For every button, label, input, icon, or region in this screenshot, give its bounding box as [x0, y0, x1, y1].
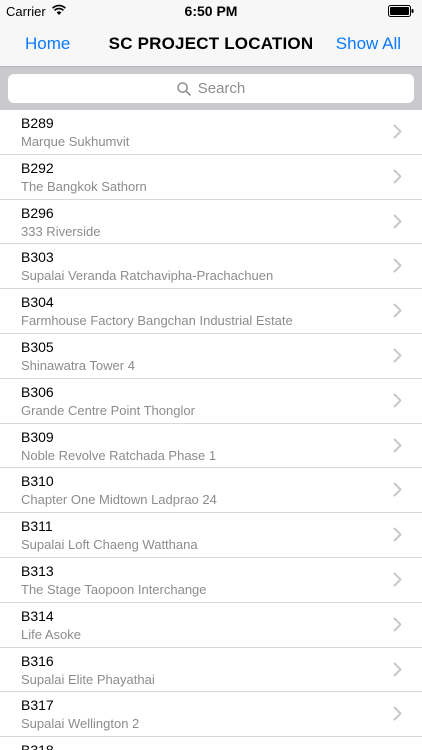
chevron-right-icon — [393, 572, 402, 587]
clock: 6:50 PM — [184, 3, 238, 19]
chevron-right-icon — [393, 169, 402, 184]
chevron-right-icon — [393, 706, 402, 721]
list-item[interactable]: B313 The Stage Taopoon Interchange — [0, 558, 422, 603]
navigation-bar: Home SC PROJECT LOCATION Show All — [0, 22, 422, 66]
project-name: 333 Riverside — [21, 223, 101, 239]
project-name: Grande Centre Point Thonglor — [21, 402, 195, 418]
project-name: Supalai Veranda Ratchavipha-Prachachuen — [21, 268, 274, 284]
project-name: Shinawatra Tower 4 — [21, 357, 135, 373]
list-item[interactable]: B296 333 Riverside — [0, 200, 422, 245]
project-name: Marque Sukhumvit — [21, 134, 130, 149]
project-name: Supalai Elite Phayathai — [21, 671, 155, 687]
project-code: B289 — [21, 115, 54, 131]
list-item[interactable]: B289 Marque Sukhumvit — [0, 110, 422, 155]
list-item[interactable]: B317 Supalai Wellington 2 — [0, 692, 422, 738]
project-name: Supalai Loft Chaeng Watthana — [21, 537, 198, 553]
list-item[interactable]: B305 Shinawatra Tower 4 — [0, 334, 422, 379]
project-code: B311 — [21, 518, 53, 535]
search-input[interactable]: Search — [8, 74, 414, 103]
project-code: B292 — [21, 159, 54, 176]
list-item[interactable]: B304 Farmhouse Factory Bangchan Industri… — [0, 289, 422, 334]
project-name: The Bangkok Sathorn — [21, 178, 147, 194]
list-item[interactable]: B309 Noble Revolve Ratchada Phase 1 — [0, 424, 422, 469]
chevron-right-icon — [393, 438, 402, 453]
project-code: B309 — [21, 428, 54, 445]
list-item[interactable]: B314 Life Asoke — [0, 603, 422, 648]
project-code: B318 — [21, 742, 54, 750]
status-bar: Carrier 6:50 PM — [0, 0, 422, 22]
chevron-right-icon — [393, 258, 402, 273]
search-icon — [176, 81, 191, 96]
project-name: The Stage Taopoon Interchange — [21, 581, 207, 597]
project-code: B316 — [21, 652, 54, 669]
search-bar: Search — [0, 66, 422, 110]
chevron-right-icon — [393, 527, 402, 542]
list-item[interactable]: B292 The Bangkok Sathorn — [0, 155, 422, 200]
chevron-right-icon — [393, 214, 402, 229]
project-code: B314 — [21, 607, 54, 624]
chevron-right-icon — [393, 393, 402, 408]
project-name: Chapter One Midtown Ladprao 24 — [21, 492, 217, 508]
project-code: B303 — [21, 249, 54, 266]
search-placeholder: Search — [197, 80, 246, 97]
project-name: Noble Revolve Ratchada Phase 1 — [21, 447, 217, 463]
list-item[interactable]: B303 Supalai Veranda Ratchavipha-Prachac… — [0, 244, 422, 290]
project-code: B306 — [21, 383, 54, 400]
project-code: B317 — [21, 697, 54, 714]
project-code: B305 — [21, 338, 54, 355]
project-code: B296 — [21, 204, 54, 221]
chevron-right-icon — [393, 482, 402, 497]
list-item[interactable]: B318 — [0, 737, 422, 750]
project-code: B304 — [21, 294, 54, 311]
chevron-right-icon — [393, 662, 402, 677]
project-name: Farmhouse Factory Bangchan Industrial Es… — [21, 313, 293, 329]
project-list[interactable]: B289 Marque Sukhumvit B292 The Bangkok S… — [0, 110, 422, 750]
show-all-button[interactable]: Show All — [336, 34, 401, 54]
project-name: Life Asoke — [21, 626, 81, 642]
project-code: B313 — [21, 562, 54, 579]
project-name: Supalai Wellington 2 — [21, 716, 140, 732]
home-button[interactable]: Home — [25, 34, 70, 54]
battery-icon — [388, 5, 414, 17]
chevron-right-icon — [393, 303, 402, 318]
list-item[interactable]: B310 Chapter One Midtown Ladprao 24 — [0, 468, 422, 514]
list-item[interactable]: B306 Grande Centre Point Thonglor — [0, 379, 422, 424]
chevron-right-icon — [393, 617, 402, 632]
chevron-right-icon — [393, 348, 402, 363]
chevron-right-icon — [393, 124, 402, 139]
project-code: B310 — [21, 473, 54, 490]
list-item[interactable]: B311 Supalai Loft Chaeng Watthana — [0, 513, 422, 558]
list-item[interactable]: B316 Supalai Elite Phayathai — [0, 648, 422, 693]
